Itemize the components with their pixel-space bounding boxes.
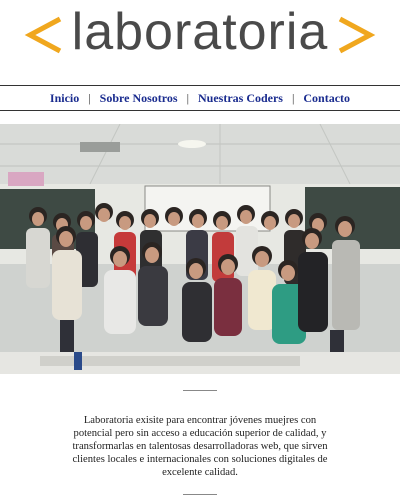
- section-divider: [183, 390, 217, 391]
- left-chevron-icon: [24, 16, 61, 54]
- logo-text: laboratoria: [71, 3, 329, 61]
- group-photo-illustration: [0, 124, 400, 374]
- site-header: laboratoria: [0, 0, 400, 78]
- group-photo: [0, 124, 400, 374]
- main-nav: Inicio | Sobre Nosotros | Nuestras Coder…: [0, 85, 400, 111]
- section-divider: [183, 494, 217, 495]
- right-chevron-icon: [339, 16, 376, 54]
- nav-link-nuestras-coders[interactable]: Nuestras Coders: [189, 91, 292, 106]
- nav-link-contacto[interactable]: Contacto: [294, 91, 359, 106]
- logo[interactable]: laboratoria: [0, 0, 400, 70]
- nav-link-inicio[interactable]: Inicio: [41, 91, 88, 106]
- nav-link-sobre-nosotros[interactable]: Sobre Nosotros: [91, 91, 187, 106]
- about-text: Laboratoria exisite para encontrar jóven…: [72, 414, 328, 478]
